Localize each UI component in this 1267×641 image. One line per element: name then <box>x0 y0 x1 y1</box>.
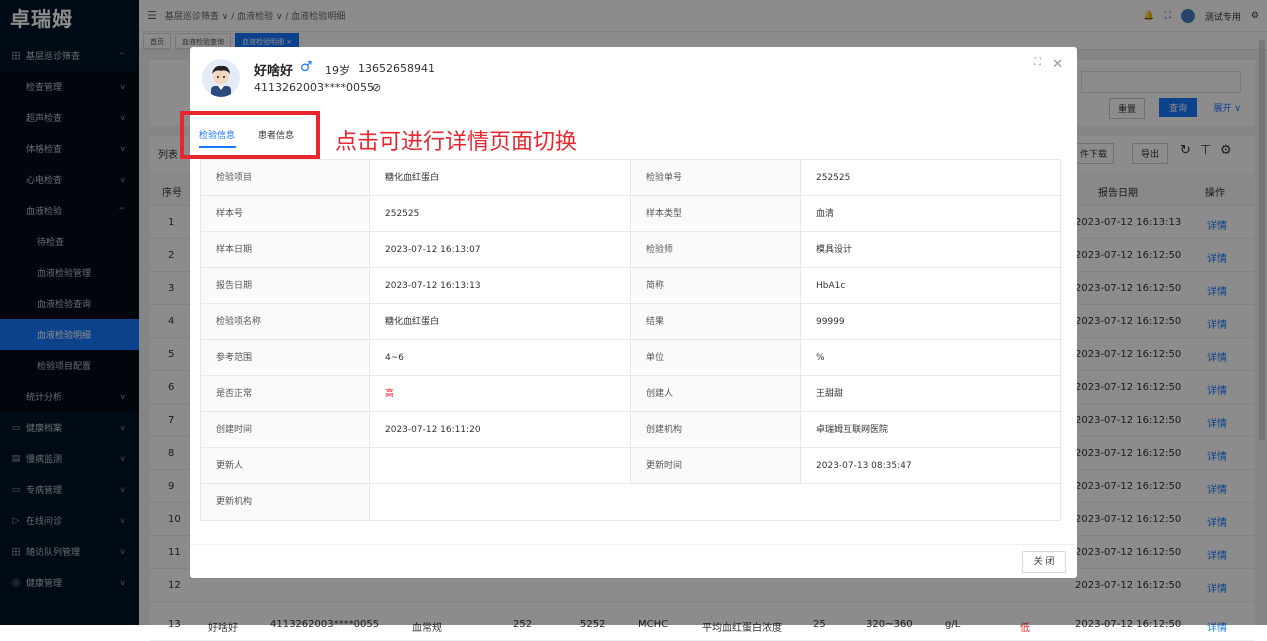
patient-age: 19岁 <box>325 64 350 77</box>
male-icon: ♂ <box>300 59 313 75</box>
detail-row: 检验项名称 糖化血红蛋白 结果 99999 <box>201 304 1060 340</box>
annotation-highlight-box <box>180 111 320 159</box>
detail-label: 更新时间 <box>631 448 801 483</box>
detail-value: 2023-07-12 16:11:20 <box>370 412 631 447</box>
detail-row: 报告日期 2023-07-12 16:13:13 简称 HbA1c <box>201 268 1060 304</box>
detail-value: 糖化血红蛋白 <box>370 304 631 339</box>
detail-value: 252525 <box>816 173 851 183</box>
detail-value: 血清 <box>816 209 835 219</box>
detail-label: 创建人 <box>631 376 801 411</box>
detail-value: 卓瑞姆互联网医院 <box>816 425 889 435</box>
detail-row: 创建时间 2023-07-12 16:11:20 创建机构 卓瑞姆互联网医院 <box>201 412 1060 448</box>
detail-label: 创建机构 <box>631 412 801 447</box>
detail-label: 样本日期 <box>201 232 370 267</box>
detail-row: 参考范围 4~6 单位% <box>201 340 1060 376</box>
detail-label: 参考范围 <box>201 340 370 375</box>
detail-value: 2023-07-12 16:13:07 <box>370 232 631 267</box>
detail-table: 检验项目 糖化血红蛋白 检验单号 252525 样本号 252525 样本类型 血清 样本日期 2… <box>200 159 1061 521</box>
detail-value: 252525 <box>370 196 631 231</box>
eye-invisible-icon[interactable]: ⊘ <box>372 81 381 94</box>
detail-value: 高 <box>370 376 631 411</box>
detail-label: 单位 <box>631 340 801 375</box>
detail-value: HbA1c <box>816 281 846 291</box>
patient-avatar <box>202 59 240 97</box>
detail-label: 结果 <box>631 304 801 339</box>
fullscreen-icon[interactable]: ⛶ <box>1034 57 1041 68</box>
detail-label: 检验师 <box>631 232 801 267</box>
detail-row: 检验项目 糖化血红蛋白 检验单号 252525 <box>201 160 1060 196</box>
close-icon[interactable]: ✕ <box>1052 57 1063 72</box>
detail-value: 王甜甜 <box>816 389 844 399</box>
detail-label: 创建时间 <box>201 412 370 447</box>
detail-value <box>370 484 1060 520</box>
detail-row: 更新人 更新时间 2023-07-13 08:35:47 <box>201 448 1060 484</box>
detail-label: 是否正常 <box>201 376 370 411</box>
detail-label: 检验项名称 <box>201 304 370 339</box>
annotation-text: 点击可进行详情页面切换 <box>335 130 578 155</box>
detail-label: 检验项目 <box>201 160 370 195</box>
detail-value: % <box>816 353 825 363</box>
detail-value: 模具设计 <box>816 245 853 255</box>
modal-footer: 关 闭 <box>190 544 1077 578</box>
detail-label: 更新人 <box>201 448 370 483</box>
detail-value: 2023-07-13 08:35:47 <box>816 461 912 471</box>
detail-modal: 好啥好 ♂ 19岁 13652658941 4113262003****0055… <box>190 47 1077 578</box>
detail-label: 更新机构 <box>201 484 370 520</box>
detail-value <box>370 448 631 483</box>
close-button[interactable]: 关 闭 <box>1022 551 1066 573</box>
patient-name: 好啥好 <box>254 64 294 79</box>
detail-label: 简称 <box>631 268 801 303</box>
detail-label: 检验单号 <box>631 160 801 195</box>
detail-label: 样本类型 <box>631 196 801 231</box>
patient-phone: 13652658941 <box>358 62 435 75</box>
detail-value: 4~6 <box>370 340 631 375</box>
detail-row: 样本日期 2023-07-12 16:13:07 检验师 模具设计 <box>201 232 1060 268</box>
detail-value: 糖化血红蛋白 <box>370 160 631 195</box>
patient-id-number: 4113262003****0055 <box>254 81 374 94</box>
detail-value: 99999 <box>816 317 845 327</box>
detail-row: 样本号 252525 样本类型 血清 <box>201 196 1060 232</box>
detail-row: 更新机构 <box>201 484 1060 520</box>
detail-label: 报告日期 <box>201 268 370 303</box>
detail-label: 样本号 <box>201 196 370 231</box>
detail-value: 2023-07-12 16:13:13 <box>370 268 631 303</box>
detail-row: 是否正常高创建人 王甜甜 <box>201 376 1060 412</box>
